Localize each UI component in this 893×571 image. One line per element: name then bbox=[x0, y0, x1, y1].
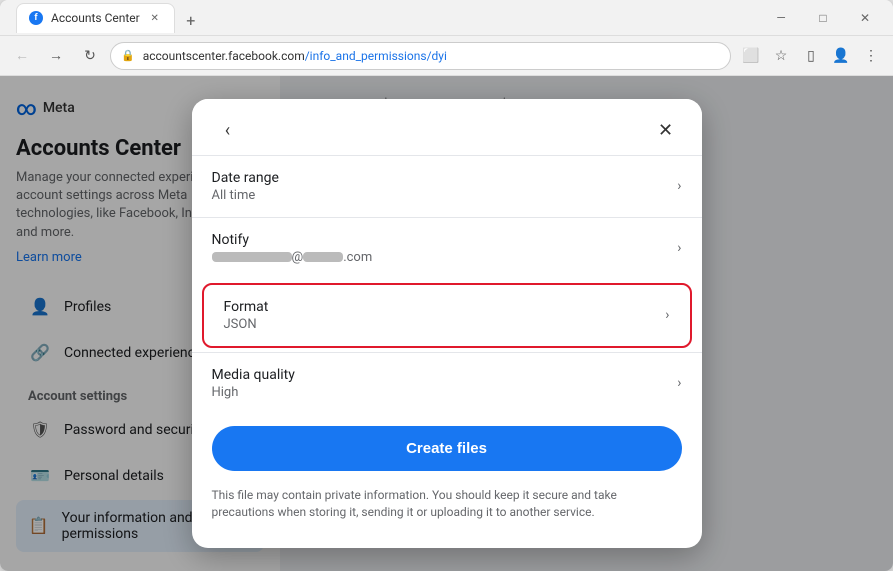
modal-header: ‹ ✕ bbox=[192, 99, 702, 155]
address-bar[interactable]: 🔒 accountscenter.facebook.com/info_and_p… bbox=[110, 42, 731, 70]
date-range-option[interactable]: Date range All time › bbox=[192, 155, 702, 217]
cast-icon[interactable]: ⬜ bbox=[737, 42, 765, 70]
modal-disclaimer: This file may contain private informatio… bbox=[192, 479, 702, 529]
notify-arrow: › bbox=[677, 240, 681, 256]
profile-icon[interactable]: 👤 bbox=[827, 42, 855, 70]
tab-title: Accounts Center bbox=[51, 11, 140, 25]
toolbar-actions: ⬜ ☆ ▯ 👤 ⋮ bbox=[737, 42, 885, 70]
modal-close-button[interactable]: ✕ bbox=[650, 115, 682, 147]
tab-bar: f Accounts Center ✕ + bbox=[8, 3, 755, 33]
date-range-left: Date range All time bbox=[212, 170, 279, 203]
create-files-button[interactable]: Create files bbox=[212, 426, 682, 471]
modal-overlay: ‹ ✕ Date range All time › bbox=[0, 76, 893, 571]
date-range-arrow: › bbox=[677, 178, 681, 194]
notify-left: Notify @.com bbox=[212, 232, 373, 265]
forward-button[interactable]: → bbox=[42, 42, 70, 70]
url-text: accountscenter.facebook.com/info_and_per… bbox=[143, 49, 720, 63]
refresh-button[interactable]: ↻ bbox=[76, 42, 104, 70]
window-controls: — □ ✕ bbox=[761, 0, 885, 36]
bookmark-icon[interactable]: ☆ bbox=[767, 42, 795, 70]
media-quality-value: High bbox=[212, 385, 295, 400]
menu-icon[interactable]: ⋮ bbox=[857, 42, 885, 70]
lock-icon: 🔒 bbox=[121, 49, 135, 62]
minimize-button[interactable]: — bbox=[761, 0, 801, 36]
page-content: ∞ Meta Accounts Center Manage your conne… bbox=[0, 76, 893, 571]
modal-body: Date range All time › Notify @.com bbox=[192, 155, 702, 549]
notify-value: @.com bbox=[212, 250, 373, 265]
notify-option[interactable]: Notify @.com › bbox=[192, 217, 702, 279]
media-quality-label: Media quality bbox=[212, 367, 295, 383]
media-quality-arrow: › bbox=[677, 375, 681, 391]
browser-toolbar: ← → ↻ 🔒 accountscenter.facebook.com/info… bbox=[0, 36, 893, 76]
format-value: JSON bbox=[224, 317, 269, 332]
modal-dialog: ‹ ✕ Date range All time › bbox=[192, 99, 702, 549]
media-quality-left: Media quality High bbox=[212, 367, 295, 400]
close-button[interactable]: ✕ bbox=[845, 0, 885, 36]
date-range-label: Date range bbox=[212, 170, 279, 186]
format-arrow: › bbox=[665, 307, 669, 323]
email-redacted-start bbox=[212, 252, 292, 262]
notify-label: Notify bbox=[212, 232, 373, 248]
format-option[interactable]: Format JSON › bbox=[202, 283, 692, 348]
title-bar: f Accounts Center ✕ + — □ ✕ bbox=[0, 0, 893, 36]
back-button[interactable]: ← bbox=[8, 42, 36, 70]
sidebar-toggle-icon[interactable]: ▯ bbox=[797, 42, 825, 70]
modal-back-button[interactable]: ‹ bbox=[212, 115, 244, 147]
format-label: Format bbox=[224, 299, 269, 315]
tab-close-button[interactable]: ✕ bbox=[148, 11, 162, 25]
new-tab-button[interactable]: + bbox=[179, 9, 203, 33]
media-quality-option[interactable]: Media quality High › bbox=[192, 352, 702, 414]
date-range-value: All time bbox=[212, 188, 279, 203]
browser-window: f Accounts Center ✕ + — □ ✕ ← → ↻ 🔒 acco… bbox=[0, 0, 893, 571]
maximize-button[interactable]: □ bbox=[803, 0, 843, 36]
active-tab[interactable]: f Accounts Center ✕ bbox=[16, 3, 175, 33]
email-redacted-end bbox=[303, 252, 343, 262]
tab-favicon: f bbox=[29, 11, 43, 25]
format-option-inner[interactable]: Format JSON › bbox=[204, 285, 690, 346]
format-left: Format JSON bbox=[224, 299, 269, 332]
